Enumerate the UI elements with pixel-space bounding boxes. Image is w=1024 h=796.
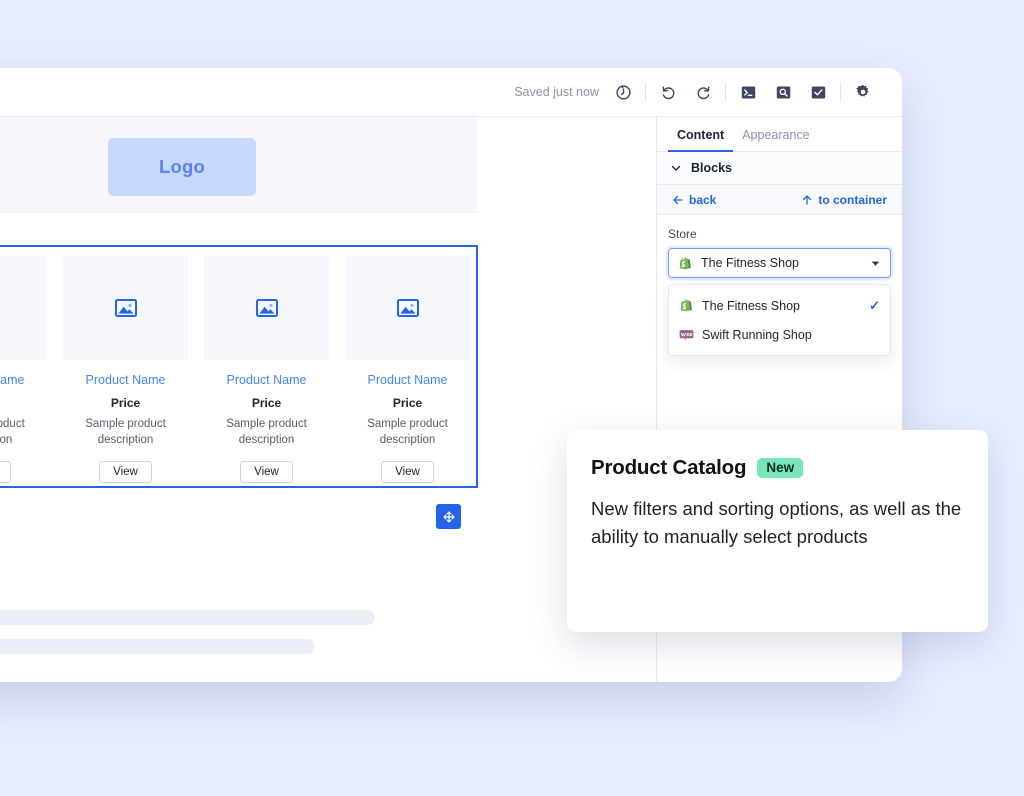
email-header-band: Logo bbox=[0, 117, 478, 213]
callout-title-row: Product Catalog New bbox=[591, 456, 962, 480]
feature-callout-card: Product Catalog New New filters and sort… bbox=[567, 430, 988, 632]
chevron-down-icon bbox=[871, 261, 880, 266]
product-image-placeholder bbox=[204, 256, 329, 360]
product-image-placeholder bbox=[345, 256, 470, 360]
email-canvas-area: Logo Product Name Price bbox=[0, 117, 478, 682]
product-price: Price bbox=[392, 396, 423, 410]
product-card[interactable]: Product Name Price Sample product descri… bbox=[0, 256, 55, 486]
store-selected-value: The Fitness Shop bbox=[701, 256, 799, 270]
product-view-button[interactable]: View bbox=[0, 461, 11, 484]
product-card[interactable]: Product Name Price Sample product descri… bbox=[196, 256, 337, 486]
block-navigation-row: back to container bbox=[657, 185, 902, 215]
product-price: Price bbox=[251, 396, 282, 410]
shopify-icon bbox=[679, 256, 691, 269]
store-option-swift-running-shop[interactable]: Swift Running Shop bbox=[669, 320, 890, 349]
preview-icon[interactable] bbox=[770, 79, 796, 105]
product-name-link[interactable]: Product Name bbox=[63, 373, 188, 388]
blocks-section-header[interactable]: Blocks bbox=[657, 152, 902, 185]
product-price: Price bbox=[0, 396, 47, 410]
sidebar-tabs: Content Appearance bbox=[657, 117, 902, 152]
tab-content[interactable]: Content bbox=[668, 128, 734, 152]
revision-history-icon[interactable] bbox=[610, 79, 636, 105]
store-option-the-fitness-shop[interactable]: The Fitness Shop ✓ bbox=[669, 291, 890, 320]
content-placeholder-bar bbox=[0, 610, 375, 625]
to-container-link[interactable]: to container bbox=[801, 193, 887, 207]
undo-icon[interactable] bbox=[655, 79, 681, 105]
arrow-left-icon bbox=[673, 195, 683, 204]
email-sheet: Logo Product Name Price bbox=[0, 117, 478, 682]
shopify-icon bbox=[680, 298, 692, 312]
saved-status-text: Saved just now bbox=[514, 85, 599, 99]
to-container-label: to container bbox=[818, 192, 887, 207]
product-image-placeholder bbox=[0, 256, 47, 360]
product-name-link[interactable]: Product Name bbox=[0, 373, 47, 388]
store-dropdown-menu: The Fitness Shop ✓ Swift Running Shop bbox=[668, 284, 891, 356]
callout-body-text: New filters and sorting options, as well… bbox=[591, 498, 962, 548]
product-name-link[interactable]: Product Name bbox=[204, 373, 329, 388]
product-image-placeholder bbox=[63, 256, 188, 360]
page-root: Saved just now Logo ame duct on Product … bbox=[0, 0, 1024, 796]
product-description: Sample product description bbox=[367, 418, 448, 446]
tab-appearance[interactable]: Appearance bbox=[733, 128, 818, 151]
logo-placeholder[interactable]: Logo bbox=[108, 138, 256, 196]
product-view-button[interactable]: View bbox=[381, 461, 434, 484]
store-select[interactable]: The Fitness Shop bbox=[668, 248, 891, 278]
toolbar-divider-1 bbox=[645, 82, 646, 102]
check-icon: ✓ bbox=[869, 297, 880, 313]
blocks-label: Blocks bbox=[691, 161, 732, 175]
store-section: Store The Fitness Shop The Fitness Shop … bbox=[657, 215, 902, 356]
back-label: back bbox=[689, 192, 717, 207]
content-placeholder-bar bbox=[0, 639, 315, 654]
block-move-handle-icon[interactable] bbox=[436, 504, 461, 529]
woocommerce-icon bbox=[679, 330, 694, 341]
checklist-icon[interactable] bbox=[805, 79, 831, 105]
store-field-label: Store bbox=[668, 227, 697, 241]
callout-title: Product Catalog bbox=[591, 456, 747, 479]
image-icon bbox=[396, 299, 419, 317]
product-view-button[interactable]: View bbox=[240, 461, 293, 484]
toolbar-divider-3 bbox=[840, 82, 841, 102]
image-icon bbox=[114, 299, 137, 317]
product-card[interactable]: Product Name Price Sample product descri… bbox=[55, 256, 196, 486]
product-catalog-block[interactable]: Product Name Price Sample product descri… bbox=[0, 245, 478, 488]
logo-label: Logo bbox=[158, 156, 205, 177]
product-view-button[interactable]: View bbox=[99, 461, 152, 484]
store-option-label: The Fitness Shop bbox=[702, 298, 800, 313]
code-terminal-icon[interactable] bbox=[735, 79, 761, 105]
redo-icon[interactable] bbox=[690, 79, 716, 105]
product-description: Sample product description bbox=[85, 418, 166, 446]
new-badge: New bbox=[757, 458, 804, 478]
product-description: Sample product description bbox=[0, 418, 25, 446]
image-icon bbox=[255, 299, 278, 317]
product-description: Sample product description bbox=[226, 418, 307, 446]
product-name-link[interactable]: Product Name bbox=[345, 373, 470, 388]
chevron-down-icon bbox=[671, 165, 681, 171]
arrow-up-icon bbox=[803, 194, 812, 205]
toolbar-divider-2 bbox=[725, 82, 726, 102]
back-link[interactable]: back bbox=[672, 193, 716, 207]
product-price: Price bbox=[110, 396, 141, 410]
product-card[interactable]: Product Name Price Sample product descri… bbox=[337, 256, 478, 486]
top-toolbar: Saved just now bbox=[0, 68, 902, 117]
store-option-label: Swift Running Shop bbox=[702, 327, 812, 342]
gear-icon[interactable] bbox=[850, 79, 876, 105]
